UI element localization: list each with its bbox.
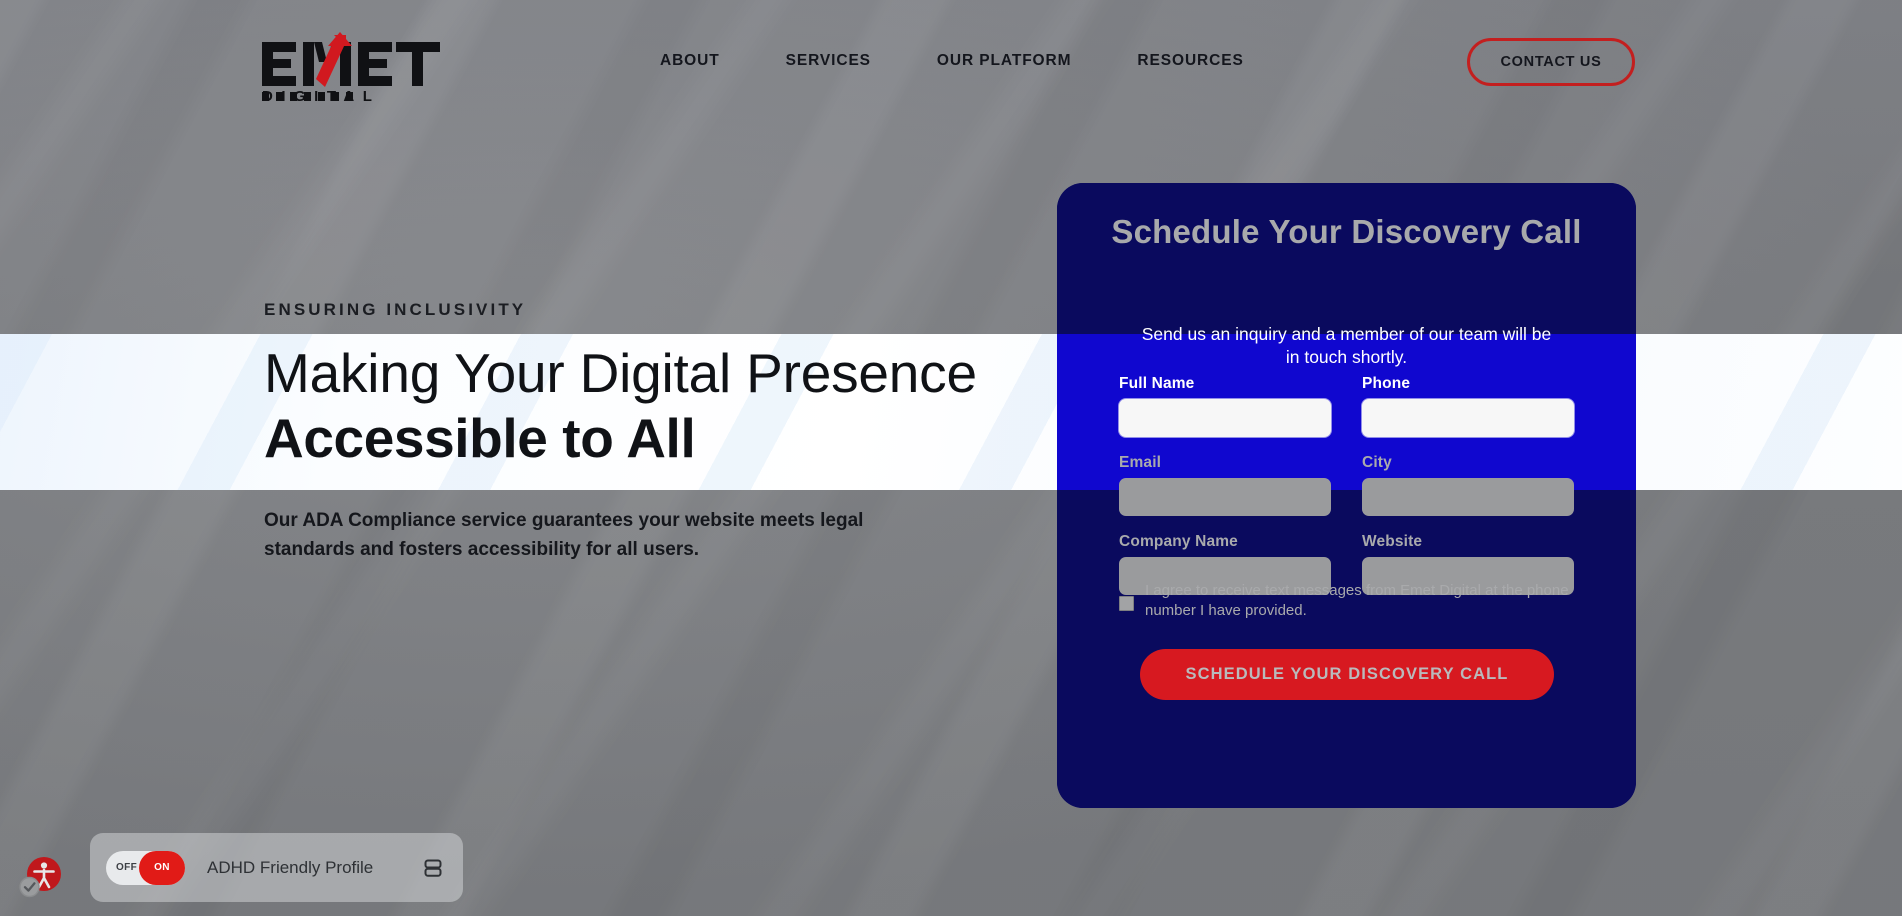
nav-item-about[interactable]: ABOUT [660,52,720,70]
form-fields: Full Name Phone Email City Company Name … [1119,375,1574,612]
label-city: City [1362,454,1392,471]
main-navigation: ABOUT SERVICES OUR PLATFORM RESOURCES [660,52,1244,70]
hero-content: ENSURING INCLUSIVITY Making Your Digital… [264,300,1004,564]
field-group-full-name: Full Name [1119,375,1331,437]
svg-text:DIGITAL: DIGITAL [262,88,380,102]
nav-item-resources[interactable]: RESOURCES [1137,52,1243,70]
nav-item-services[interactable]: SERVICES [786,52,871,70]
emet-digital-logo[interactable]: DIGITAL [262,32,452,102]
headline-line-1: Making Your Digital Presence [264,342,977,404]
label-company-name: Company Name [1119,533,1238,550]
submit-button[interactable]: SCHEDULE YOUR DISCOVERY CALL [1140,649,1554,700]
email-input[interactable] [1119,478,1331,516]
accessibility-icon[interactable] [17,854,65,902]
form-row-2: Email City [1119,454,1574,516]
form-subtitle: Send us an inquiry and a member of our t… [1141,324,1552,368]
nav-item-our-platform[interactable]: OUR PLATFORM [937,52,1072,70]
toggle-off-label: OFF [116,862,138,873]
city-input[interactable] [1362,478,1574,516]
accessibility-profile-bar: OFF ON ADHD Friendly Profile [90,833,463,902]
headline-line-2: Accessible to All [264,407,696,470]
hero-paragraph: Our ADA Compliance service guarantees yo… [264,510,864,560]
adhd-profile-toggle[interactable]: OFF ON [106,850,185,885]
consent-text: I agree to receive text messages from Em… [1145,582,1569,620]
label-phone: Phone [1362,375,1411,392]
label-email: Email [1119,454,1162,471]
field-group-email: Email [1119,454,1331,516]
contact-us-button[interactable]: CONTACT US [1467,38,1635,86]
page-root: DIGITAL ABOUT SERVICES OUR PLATFORM RESO… [0,0,1902,916]
discovery-call-form-card: Schedule Your Discovery Call Send us an … [1057,183,1636,808]
form-row-1: Full Name Phone [1119,375,1574,437]
collapse-icon[interactable] [419,854,447,882]
full-name-input[interactable] [1119,399,1331,437]
page-title: Making Your Digital Presence Accessible … [264,342,1004,471]
consent-checkbox[interactable] [1119,596,1134,611]
field-group-city: City [1362,454,1574,516]
field-group-phone: Phone [1362,375,1574,437]
card-content: Schedule Your Discovery Call Send us an … [1057,183,1636,808]
site-header: DIGITAL ABOUT SERVICES OUR PLATFORM RESO… [0,0,1902,130]
form-title: Schedule Your Discovery Call [1111,213,1582,250]
consent-row: I agree to receive text messages from Em… [1119,581,1589,621]
label-website: Website [1362,533,1423,550]
hero-eyebrow: ENSURING INCLUSIVITY [264,300,527,319]
phone-input[interactable] [1362,399,1574,437]
label-full-name: Full Name [1119,375,1195,392]
toggle-on-label: ON [154,862,170,873]
adhd-profile-label: ADHD Friendly Profile [207,857,374,877]
toggle-knob[interactable]: ON [139,850,185,885]
